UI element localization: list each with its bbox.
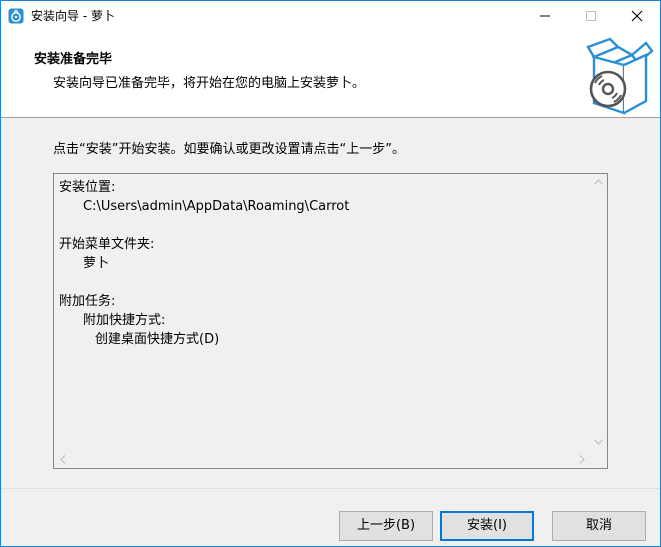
page-title: 安装准备完毕 (34, 52, 113, 67)
chevron-down-icon (594, 439, 603, 445)
chevron-left-icon (60, 455, 66, 464)
vertical-scrollbar[interactable] (590, 174, 607, 451)
horizontal-scrollbar[interactable] (54, 451, 590, 468)
ready-memo[interactable]: 安装位置: C:\Users\admin\AppData\Roaming\Car… (53, 173, 608, 469)
minimize-button[interactable] (522, 1, 568, 31)
install-button[interactable]: 安装(I) (440, 511, 534, 541)
footer-divider (1, 488, 660, 489)
back-button[interactable]: 上一步(B) (339, 511, 433, 541)
page-subtitle: 安装向导已准备完毕，将开始在您的电脑上安装萝卜。 (53, 76, 366, 91)
tasks-group: 附加快捷方式: (83, 313, 166, 328)
maximize-icon (586, 11, 596, 21)
scrollbar-corner (590, 451, 607, 468)
window-title: 安装向导 - 萝卜 (31, 9, 115, 23)
install-box-icon (586, 35, 656, 115)
maximize-button[interactable] (568, 1, 614, 31)
chevron-right-icon (579, 455, 585, 464)
start-menu-value: 萝卜 (83, 256, 110, 271)
scroll-down-arrow[interactable] (590, 434, 607, 451)
cancel-button[interactable]: 取消 (552, 511, 646, 541)
tasks-item: 创建桌面快捷方式(D) (95, 332, 220, 347)
install-location-label: 安装位置: (59, 180, 116, 195)
minimize-icon (540, 15, 550, 17)
close-button[interactable] (614, 1, 660, 31)
scroll-right-arrow[interactable] (573, 451, 590, 468)
scroll-left-arrow[interactable] (54, 451, 71, 468)
close-icon (631, 10, 643, 22)
app-icon (8, 8, 24, 24)
installer-window: 安装向导 - 萝卜 安装准备完毕 安装向导已准备完毕，将开始在您的电脑上安装萝卜… (0, 0, 661, 547)
scroll-up-arrow[interactable] (590, 174, 607, 191)
install-location-value: C:\Users\admin\AppData\Roaming\Carrot (83, 199, 350, 214)
wizard-header: 安装准备完毕 安装向导已准备完毕，将开始在您的电脑上安装萝卜。 (1, 31, 660, 118)
memo-content: 安装位置: C:\Users\admin\AppData\Roaming\Car… (59, 178, 349, 349)
instruction-text: 点击“安装”开始安装。如要确认或更改设置请点击“上一步”。 (53, 142, 405, 157)
start-menu-label: 开始菜单文件夹: (59, 237, 155, 252)
chevron-up-icon (594, 179, 603, 185)
tasks-label: 附加任务: (59, 294, 116, 309)
title-bar[interactable]: 安装向导 - 萝卜 (1, 1, 660, 31)
